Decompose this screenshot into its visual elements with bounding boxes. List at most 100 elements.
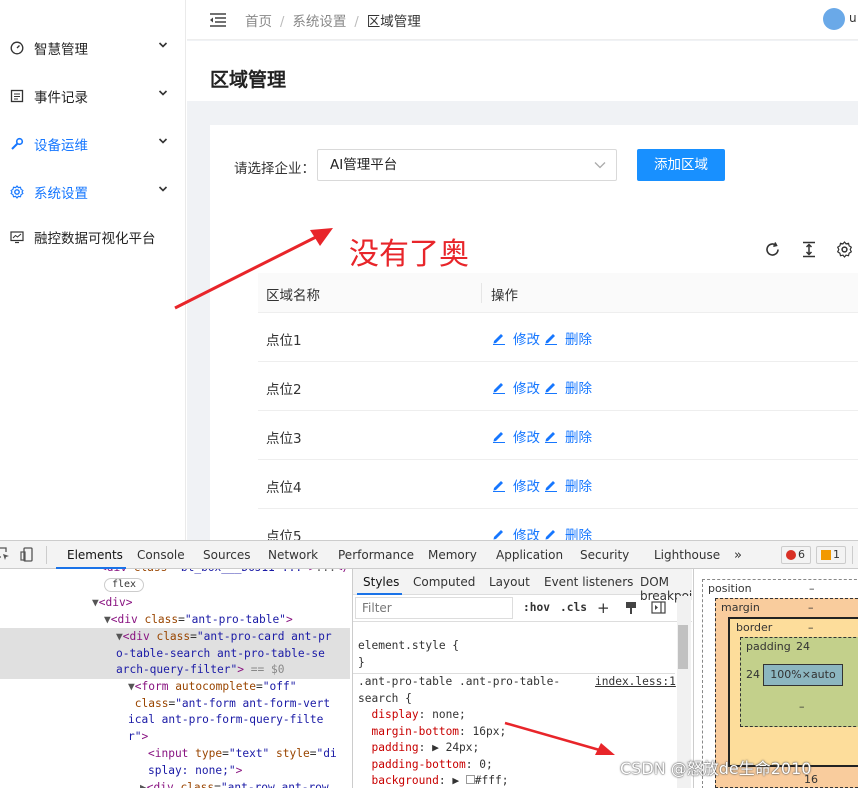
sidebar-toggle-icon[interactable]: [651, 601, 666, 614]
dom-line[interactable]: ▼<form autocomplete="off" class="ant-for…: [128, 679, 330, 745]
delete-link[interactable]: 删除: [544, 377, 592, 397]
sidebar-item-event-log[interactable]: 事件记录: [0, 72, 186, 120]
tab-security[interactable]: Security: [580, 548, 629, 562]
user-name[interactable]: u: [849, 11, 857, 25]
add-rule-icon[interactable]: +: [597, 599, 610, 617]
sidebar-item-system-settings[interactable]: 系统设置: [0, 168, 186, 216]
menu-fold-icon[interactable]: [209, 12, 229, 27]
edit-link[interactable]: 修改: [492, 328, 540, 348]
delete-link[interactable]: 删除: [544, 426, 592, 446]
document-icon: [10, 89, 24, 103]
edit-label: 修改: [513, 479, 540, 495]
warning-icon: [821, 550, 831, 560]
hov-toggle[interactable]: :hov: [523, 600, 550, 617]
styles-subtabs: Styles Computed Layout Event listeners D…: [353, 569, 692, 603]
delete-link[interactable]: 删除: [544, 475, 592, 495]
element-style-rule[interactable]: element.style { }: [358, 638, 459, 671]
error-count: 6: [798, 548, 805, 561]
area-name-cell: 点位4: [266, 480, 302, 496]
setting-icon[interactable]: [836, 241, 853, 258]
dom-line[interactable]: ▼<div>: [92, 595, 132, 612]
subtab-computed[interactable]: Computed: [413, 575, 475, 589]
delete-label: 删除: [565, 528, 592, 540]
delete-label: 删除: [565, 479, 592, 495]
edit-icon: [545, 334, 557, 345]
padding-bottom-value: –: [799, 700, 805, 713]
edit-icon: [545, 530, 555, 540]
chevron-down-icon: [158, 90, 168, 96]
edit-label: 修改: [513, 528, 540, 540]
tab-network[interactable]: Network: [268, 548, 318, 562]
warning-badge[interactable]: 1: [816, 546, 846, 564]
watermark: CSDN @怒放de生命2010: [620, 759, 812, 778]
sidebar-item-label: 事件记录: [34, 90, 88, 106]
error-badge[interactable]: 6: [781, 546, 811, 564]
tab-performance[interactable]: Performance: [338, 548, 414, 562]
edit-link[interactable]: 修改: [492, 475, 540, 495]
sidebar-item-smart-manage[interactable]: 智慧管理: [0, 24, 186, 72]
edit-icon: [493, 481, 505, 492]
more-tabs-icon[interactable]: »: [734, 548, 742, 563]
element-style-selector: element.style {: [358, 639, 460, 652]
flex-badge[interactable]: flex: [104, 578, 144, 592]
margin-label: margin: [721, 601, 760, 614]
border-value: –: [808, 621, 814, 634]
cls-toggle[interactable]: .cls: [560, 600, 587, 617]
padding-left-value: 24: [746, 668, 760, 681]
breadcrumb-system[interactable]: 系统设置: [292, 14, 346, 30]
chevron-down-icon: [158, 138, 168, 144]
dom-line[interactable]: <div class="bt_box___DOJII ...">...</div…: [100, 569, 350, 577]
company-select[interactable]: AI管理平台: [317, 149, 617, 181]
annotation-arrow-2: [504, 721, 615, 755]
column-height-icon[interactable]: [801, 241, 817, 258]
add-area-button[interactable]: 添加区域: [637, 149, 725, 181]
edit-icon: [545, 432, 557, 443]
tab-elements[interactable]: Elements: [67, 548, 123, 562]
tab-sources[interactable]: Sources: [203, 548, 250, 562]
reload-icon[interactable]: [764, 241, 781, 258]
sidebar-item-label: 智慧管理: [34, 42, 88, 58]
delete-link[interactable]: 删除: [544, 328, 592, 348]
tab-memory[interactable]: Memory: [428, 548, 477, 562]
dom-line[interactable]: <input type="text" style="di splay: none…: [148, 746, 337, 779]
tab-application[interactable]: Application: [496, 548, 563, 562]
styles-filter-input[interactable]: Filter: [355, 597, 513, 619]
dom-line-selected[interactable]: ▼<div class="ant-pro-card ant-pr o-table…: [116, 629, 332, 679]
inspect-icon[interactable]: [0, 547, 10, 561]
sidebar-item-label: 融控数据可视化平台: [34, 231, 156, 247]
sidebar-item-visual-platform[interactable]: 融控数据可视化平台: [0, 213, 186, 261]
table-row: 点位1 修改 删除: [258, 313, 858, 362]
paint-icon[interactable]: [624, 601, 638, 615]
area-name-cell: 点位2: [266, 382, 302, 398]
sidebar: 智慧管理 事件记录 设备运维 系统设置 融控数据可视化平台: [0, 0, 186, 540]
tab-console[interactable]: Console: [137, 548, 185, 562]
edit-icon: [493, 383, 505, 394]
tab-lighthouse[interactable]: Lighthouse: [654, 548, 720, 562]
sidebar-item-label: 设备运维: [34, 138, 88, 154]
breadcrumb: 首页 / 系统设置 / 区域管理: [245, 13, 421, 30]
subtab-styles[interactable]: Styles: [363, 575, 399, 589]
border-label: border: [736, 621, 773, 634]
edit-link[interactable]: 修改: [492, 377, 540, 397]
chevron-down-icon: [158, 186, 168, 192]
edit-link[interactable]: 修改: [492, 524, 540, 540]
breadcrumb-home[interactable]: 首页: [245, 14, 272, 30]
sidebar-item-device-ops[interactable]: 设备运维: [0, 120, 186, 168]
edit-label: 修改: [513, 332, 540, 348]
device-toolbar-icon[interactable]: [20, 547, 36, 562]
position-value: –: [809, 582, 815, 595]
edit-link[interactable]: 修改: [492, 426, 540, 446]
delete-link[interactable]: 删除: [544, 524, 592, 540]
rule-source-link[interactable]: index.less:1: [595, 674, 676, 691]
edit-icon: [493, 334, 505, 345]
padding-label: padding: [746, 640, 791, 653]
page-header: 区域管理: [187, 41, 858, 101]
styles-scrollbar[interactable]: [678, 625, 688, 669]
subtab-event-listeners[interactable]: Event listeners: [544, 575, 633, 589]
position-label: position: [708, 582, 752, 595]
breadcrumb-current: 区域管理: [366, 13, 421, 30]
dom-line[interactable]: ▼<div class="ant-pro-table">: [104, 612, 293, 629]
elements-tree[interactable]: <div class="bt_box___DOJII ...">...</div…: [0, 569, 350, 788]
subtab-layout[interactable]: Layout: [489, 575, 530, 589]
avatar[interactable]: [823, 8, 845, 30]
